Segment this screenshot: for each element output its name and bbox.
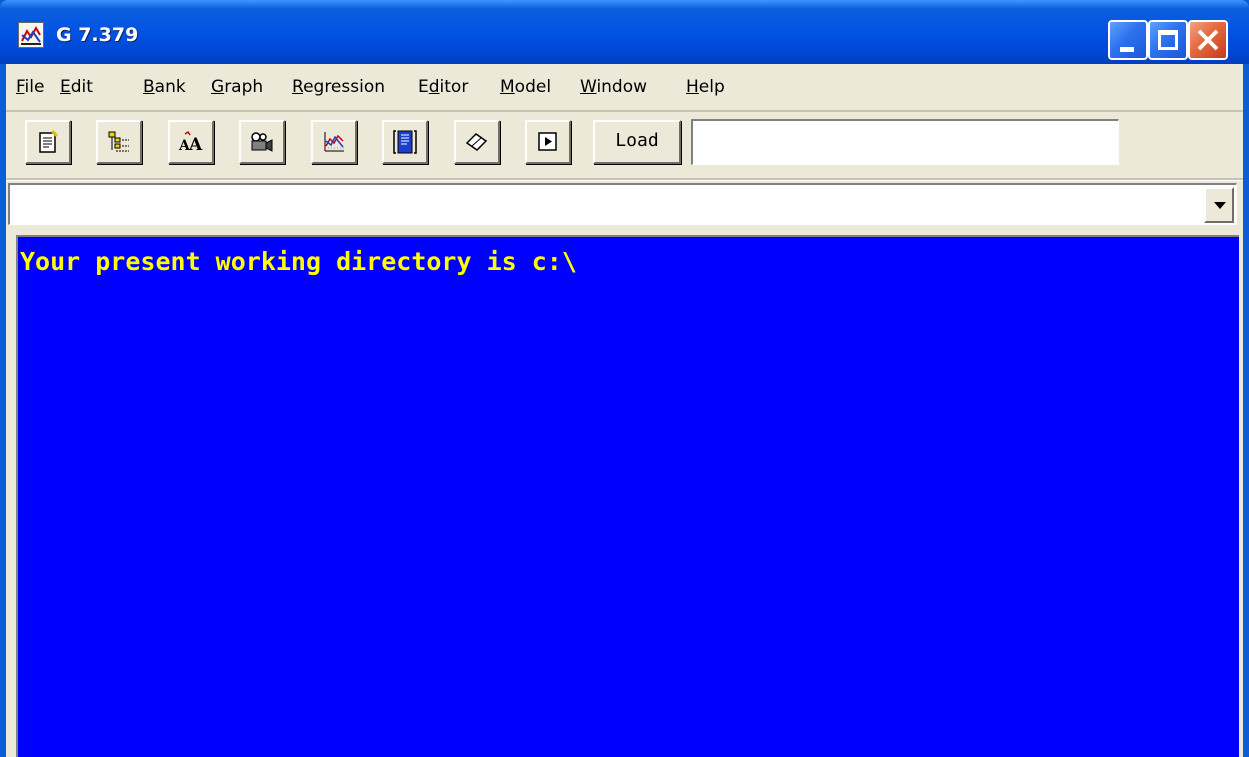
app-window: G 7.379 File Edit Bank Graph Regression …: [0, 0, 1249, 757]
editor-panel-icon: [393, 130, 417, 154]
eraser-button[interactable]: [454, 120, 500, 164]
new-document-icon: [39, 129, 59, 153]
menu-bank[interactable]: Bank: [143, 76, 186, 98]
minimize-icon: [1120, 47, 1134, 52]
menu-bar: File Edit Bank Graph Regression Editor M…: [6, 64, 1243, 110]
maximize-button[interactable]: [1148, 20, 1188, 60]
menu-help[interactable]: Help: [686, 76, 725, 98]
svg-text:A: A: [188, 135, 203, 155]
menu-window[interactable]: Window: [580, 76, 647, 98]
tree-list-button[interactable]: [96, 120, 142, 164]
client-area: File Edit Bank Graph Regression Editor M…: [6, 64, 1243, 757]
graph-icon: [324, 132, 344, 152]
window-title: G 7.379: [56, 24, 139, 46]
new-document-button[interactable]: [25, 120, 71, 164]
menu-model[interactable]: Model: [500, 76, 551, 98]
editor-panel-button[interactable]: [382, 120, 428, 164]
combo-dropdown-button[interactable]: [1204, 187, 1234, 223]
maximize-icon: [1158, 30, 1178, 50]
menu-edit[interactable]: Edit: [60, 76, 93, 98]
menu-graph[interactable]: Graph: [211, 76, 263, 98]
font-size-button[interactable]: A A: [168, 120, 214, 164]
console-frame: Your present working directory is c:\: [16, 235, 1239, 757]
chevron-down-icon: [1214, 202, 1226, 209]
menu-editor[interactable]: Editor: [418, 76, 468, 98]
command-combo[interactable]: [8, 183, 1237, 225]
camera-button[interactable]: [239, 120, 285, 164]
load-input[interactable]: [691, 119, 1119, 165]
menu-file[interactable]: File: [16, 76, 44, 98]
close-icon: [1197, 29, 1219, 51]
close-button[interactable]: [1188, 20, 1228, 60]
camera-icon: [251, 132, 273, 152]
toolbar-divider: [6, 178, 1243, 181]
console-line: Your present working directory is c:\: [20, 247, 577, 276]
console-output[interactable]: Your present working directory is c:\: [6, 231, 1243, 757]
run-button[interactable]: [525, 120, 571, 164]
graph-button[interactable]: [311, 120, 357, 164]
app-chart-icon[interactable]: [18, 22, 44, 48]
load-button[interactable]: Load: [593, 120, 681, 164]
minimize-button[interactable]: [1108, 20, 1148, 60]
toolbar: A A Load: [6, 112, 1243, 178]
title-bar[interactable]: G 7.379: [0, 0, 1249, 64]
eraser-icon: [465, 133, 488, 151]
tree-list-icon: [108, 131, 129, 152]
run-icon: [538, 132, 557, 151]
menu-regression[interactable]: Regression: [292, 76, 385, 98]
font-size-icon: A A: [178, 130, 203, 155]
